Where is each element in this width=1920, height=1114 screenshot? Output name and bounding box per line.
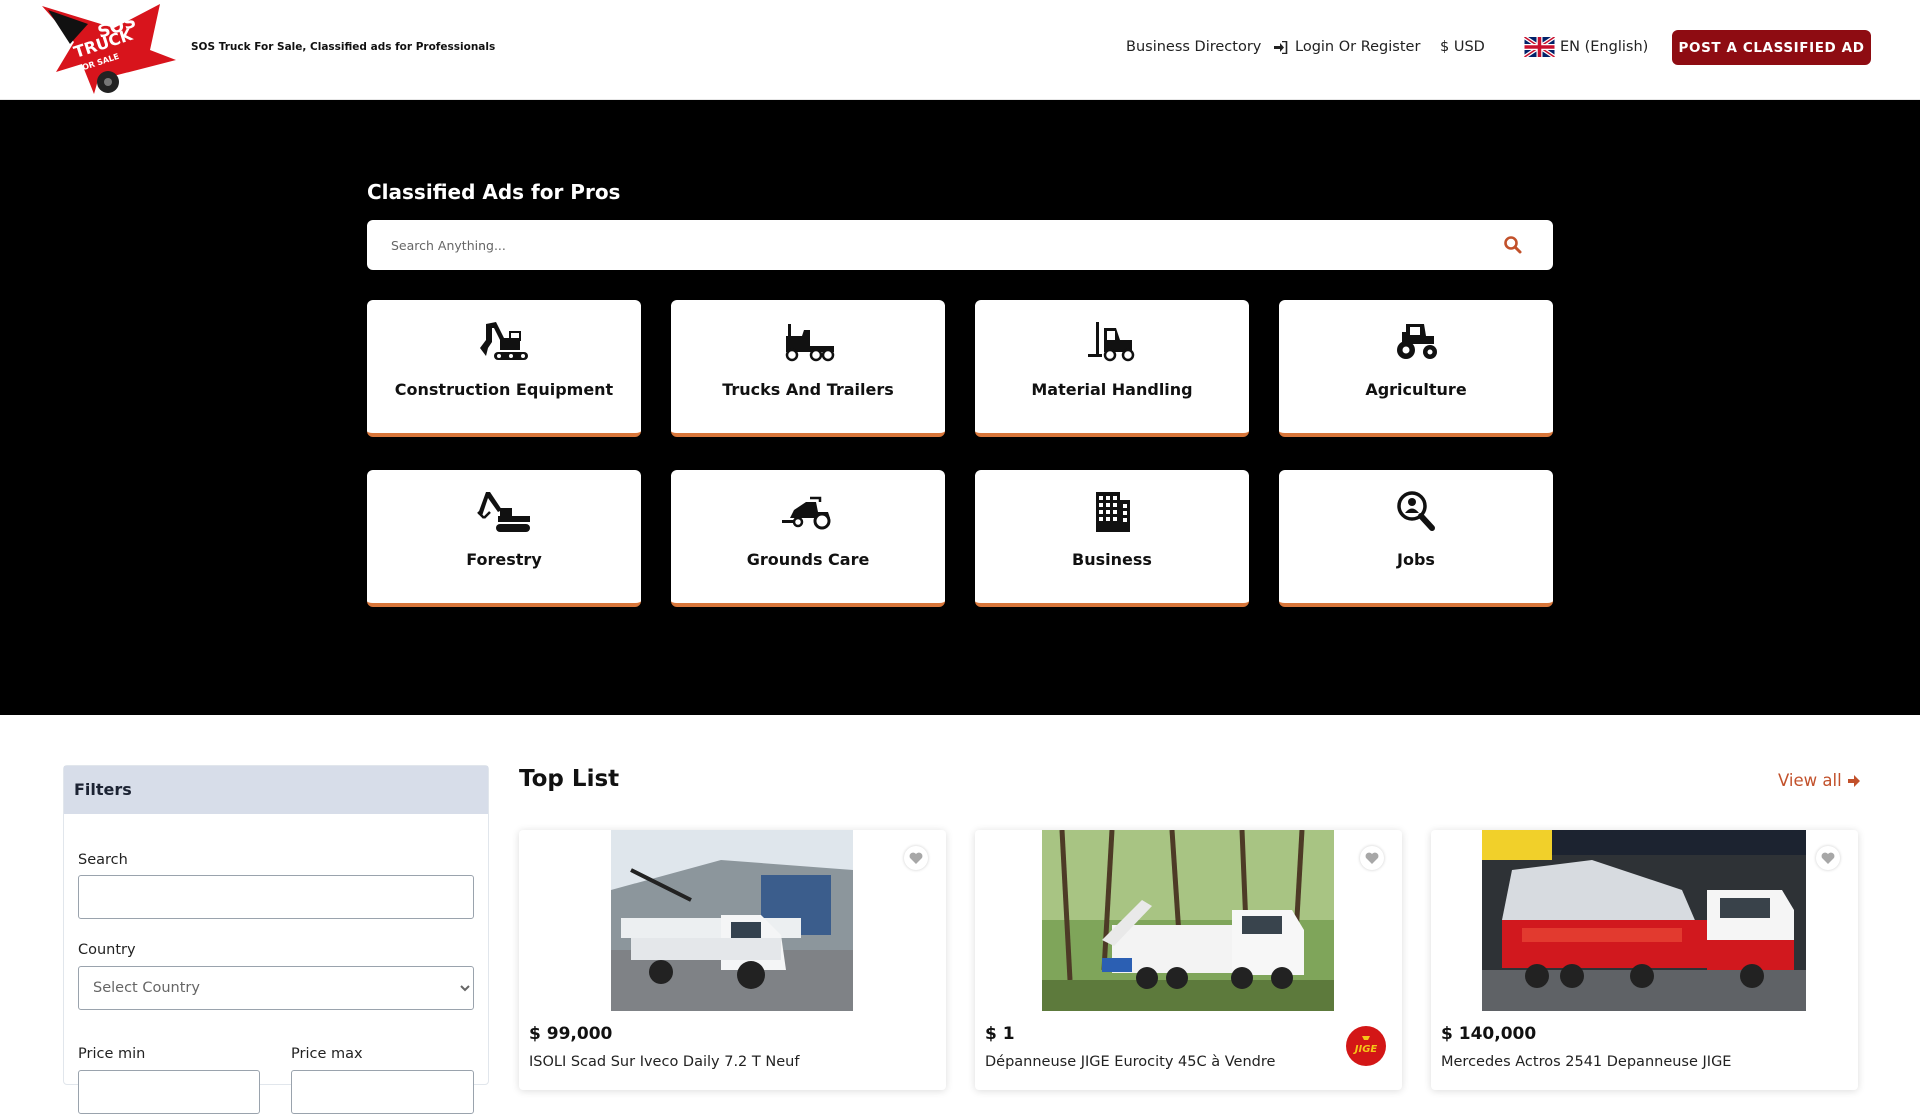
listing-card[interactable]: $ 1 Dépanneuse JIGE Eurocity 45C à Vendr… — [975, 830, 1402, 1090]
hero-search-input[interactable] — [391, 220, 1451, 270]
favorite-button[interactable] — [904, 846, 928, 870]
category-business[interactable]: Business — [975, 470, 1249, 607]
listing-title[interactable]: Mercedes Actros 2541 Depanneuse JIGE — [1441, 1054, 1731, 1070]
forklift-icon — [1088, 322, 1135, 362]
filter-price-min-input[interactable] — [78, 1070, 260, 1114]
favorite-button[interactable] — [1360, 846, 1384, 870]
heart-icon — [1821, 852, 1835, 864]
svg-text:JIGE: JIGE — [1353, 1044, 1378, 1055]
job-search-icon — [1397, 491, 1435, 531]
filter-price-max-input[interactable] — [291, 1070, 474, 1114]
tractor-icon — [1397, 324, 1437, 359]
category-material-handling[interactable]: Material Handling — [975, 300, 1249, 437]
currency-label: $ USD — [1440, 39, 1485, 55]
hero-title: Classified Ads for Pros — [367, 180, 621, 204]
listing-photo[interactable] — [1482, 830, 1806, 1011]
listing-card[interactable]: $ 99,000 ISOLI Scad Sur Iveco Daily 7.2 … — [519, 830, 946, 1090]
favorite-button[interactable] — [1816, 846, 1840, 870]
seller-logo-badge[interactable]: JIGE — [1346, 1026, 1386, 1066]
listing-price: $ 140,000 — [1441, 1024, 1537, 1044]
listing-photo[interactable] — [1042, 830, 1334, 1011]
category-agriculture[interactable]: Agriculture — [1279, 300, 1553, 437]
site-header: SOS TRUCK FOR SALE SOS Truck For Sale, C… — [0, 0, 1920, 100]
lawn-mower-icon — [782, 496, 831, 530]
category-label: Agriculture — [1365, 380, 1467, 399]
nav-business-directory[interactable]: Business Directory — [1126, 0, 1261, 94]
view-all-label: View all — [1778, 771, 1842, 790]
toplist-title: Top List — [519, 766, 620, 792]
nav-business-directory-label: Business Directory — [1126, 39, 1262, 55]
post-classified-ad-button[interactable]: POST A CLASSIFIED AD — [1672, 30, 1871, 65]
listing-photo[interactable] — [611, 830, 853, 1011]
filter-country-select[interactable]: Select Country — [78, 966, 474, 1010]
listing-title[interactable]: ISOLI Scad Sur Iveco Daily 7.2 T Neuf — [529, 1054, 799, 1070]
category-label: Construction Equipment — [394, 380, 614, 399]
category-label: Trucks And Trailers — [722, 380, 894, 399]
filter-price-min-label: Price min — [78, 1046, 146, 1062]
building-icon — [1096, 492, 1130, 532]
filter-price-max-label: Price max — [291, 1046, 363, 1062]
site-logo[interactable]: SOS TRUCK FOR SALE — [38, 2, 178, 94]
heart-icon — [909, 852, 923, 864]
forestry-machine-icon — [477, 492, 530, 532]
category-grounds-care[interactable]: Grounds Care — [671, 470, 945, 607]
category-construction-equipment[interactable]: Construction Equipment — [367, 300, 641, 437]
search-icon[interactable] — [1503, 235, 1523, 255]
language-label: EN (English) — [1560, 39, 1649, 55]
category-label: Grounds Care — [746, 550, 870, 569]
jige-logo: JIGE — [1353, 1036, 1378, 1055]
listing-price: $ 99,000 — [529, 1024, 613, 1044]
filters-panel: Filters Search Country Select Country Pr… — [63, 765, 489, 1114]
listing-card[interactable]: $ 140,000 Mercedes Actros 2541 Depanneus… — [1431, 830, 1858, 1090]
filter-country-label: Country — [78, 942, 136, 958]
uk-flag-icon — [1524, 37, 1555, 57]
hero-search-bar — [367, 220, 1553, 270]
truck-icon — [785, 324, 835, 362]
sign-in-icon — [1274, 40, 1288, 54]
nav-login-register[interactable]: Login Or Register — [1274, 0, 1420, 94]
site-tagline: SOS Truck For Sale, Classified ads for P… — [191, 41, 496, 53]
hero-section: Classified Ads for Pros Construction Equ… — [0, 100, 1920, 715]
category-label: Business — [1072, 550, 1152, 569]
currency-selector[interactable]: $ USD — [1440, 0, 1485, 94]
category-label: Material Handling — [1031, 380, 1193, 399]
arrow-right-icon — [1847, 774, 1860, 787]
category-label: Forestry — [466, 550, 542, 569]
view-all-link[interactable]: View all — [1778, 771, 1861, 790]
category-label: Jobs — [1397, 550, 1435, 569]
category-trucks-and-trailers[interactable]: Trucks And Trailers — [671, 300, 945, 437]
filter-search-label: Search — [78, 852, 128, 868]
listing-title[interactable]: Dépanneuse JIGE Eurocity 45C à Vendre — [985, 1054, 1275, 1070]
filters-title: Filters — [64, 766, 488, 814]
filter-search-input[interactable] — [78, 875, 474, 919]
category-jobs[interactable]: Jobs — [1279, 470, 1553, 607]
category-forestry[interactable]: Forestry — [367, 470, 641, 607]
language-selector[interactable]: EN (English) — [1524, 0, 1648, 94]
listing-price: $ 1 — [985, 1024, 1015, 1044]
excavator-icon — [480, 322, 528, 360]
nav-login-label: Login Or Register — [1295, 39, 1421, 55]
heart-icon — [1365, 852, 1379, 864]
